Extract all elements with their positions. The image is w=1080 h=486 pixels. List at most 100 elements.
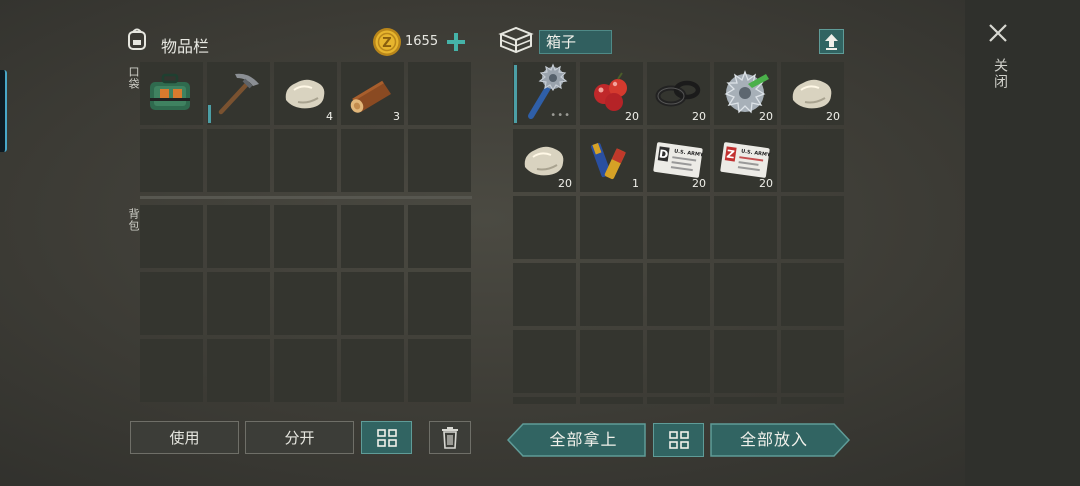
backpack-slot[interactable]	[408, 272, 471, 335]
box-slot[interactable]: 20	[714, 62, 777, 125]
pocket-slot[interactable]	[140, 129, 203, 192]
box-sort-button[interactable]	[653, 423, 704, 457]
box-slot[interactable]	[714, 397, 777, 404]
toolbox-icon	[140, 62, 203, 125]
add-coins-button[interactable]	[445, 31, 467, 53]
item-quantity: 20	[759, 177, 773, 190]
box-slot[interactable]	[580, 330, 643, 393]
box-slot[interactable]	[781, 196, 844, 259]
inventory-title: 物品栏	[161, 37, 210, 56]
box-slot[interactable]	[647, 196, 710, 259]
pocket-slot[interactable]	[408, 129, 471, 192]
coin-icon: Z	[372, 27, 402, 61]
plus-icon	[447, 33, 465, 51]
backpack-slot[interactable]	[274, 339, 337, 402]
box-slot[interactable]	[781, 330, 844, 393]
trash-button[interactable]	[429, 421, 471, 454]
box-slot[interactable]: 1	[580, 129, 643, 192]
backpack-slot[interactable]	[341, 205, 404, 268]
item-quantity: 4	[326, 110, 333, 123]
box-slot[interactable]: 20	[513, 129, 576, 192]
box-slot[interactable]	[647, 330, 710, 393]
backpack-slot[interactable]	[408, 205, 471, 268]
backpack-slot[interactable]	[207, 272, 270, 335]
box-slot[interactable]	[647, 397, 710, 404]
pickaxe-icon	[207, 62, 270, 125]
box-slot[interactable]	[781, 397, 844, 404]
backpack-icon	[124, 26, 150, 56]
sort-up-button[interactable]	[819, 29, 844, 54]
box-slot[interactable]	[580, 263, 643, 326]
take-all-button[interactable]: 全部拿上	[507, 423, 646, 457]
box-slot[interactable]: •••	[513, 62, 576, 125]
backpack-slot[interactable]	[207, 339, 270, 402]
item-quantity: 20	[826, 110, 840, 123]
pocket-slot[interactable]	[140, 62, 203, 125]
coin-count: 1655	[405, 34, 439, 49]
pocket-slot[interactable]	[207, 62, 270, 125]
backpack-slot[interactable]	[408, 339, 471, 402]
box-slot[interactable]	[781, 129, 844, 192]
put-all-label: 全部放入	[739, 430, 808, 449]
box-slot[interactable]	[647, 263, 710, 326]
item-quantity: 20	[759, 110, 773, 123]
backpack-slot[interactable]	[341, 272, 404, 335]
grid-sort-icon	[376, 428, 397, 447]
pocket-slot[interactable]	[207, 129, 270, 192]
box-slot[interactable]	[513, 263, 576, 326]
box-slot[interactable]	[580, 196, 643, 259]
box-slot[interactable]	[714, 330, 777, 393]
box-icon	[498, 25, 534, 59]
pocket-slot[interactable]: 4	[274, 62, 337, 125]
box-slot[interactable]	[781, 263, 844, 326]
right-panel-background	[965, 0, 1080, 486]
inventory-sort-button[interactable]	[361, 421, 412, 454]
trash-icon	[442, 426, 458, 449]
box-slot[interactable]	[714, 263, 777, 326]
put-all-button[interactable]: 全部放入	[710, 423, 850, 457]
box-slot[interactable]	[513, 330, 576, 393]
close-button[interactable]: 关闭	[985, 20, 1011, 100]
durability-bar	[208, 105, 211, 123]
box-slot[interactable]	[513, 196, 576, 259]
item-quantity: 1	[632, 177, 639, 190]
backpack-label: 背包	[127, 208, 140, 232]
backpack-slot[interactable]	[274, 272, 337, 335]
box-grid: ••• 20 20 20 20 20 1 D U.S. ARMY 20 Z U.S. ARMY 20	[513, 62, 845, 404]
box-slot[interactable]	[580, 397, 643, 404]
box-slot[interactable]: 20	[781, 62, 844, 125]
backpack-slot[interactable]	[140, 272, 203, 335]
backpack-slot[interactable]	[140, 339, 203, 402]
svg-text:Z: Z	[382, 36, 391, 51]
side-drawer-tab[interactable]	[0, 70, 7, 152]
pocket-slot[interactable]	[274, 129, 337, 192]
backpack-grid	[140, 205, 471, 402]
backpack-slot[interactable]	[341, 339, 404, 402]
pocket-label: 口袋	[127, 66, 140, 90]
arrow-up-icon	[825, 34, 838, 50]
box-slot[interactable]: 20	[580, 62, 643, 125]
use-button[interactable]: 使用	[130, 421, 239, 454]
box-slot[interactable]	[714, 196, 777, 259]
item-quantity: 20	[692, 110, 706, 123]
pocket-grid: 43	[140, 62, 471, 192]
backpack-slot[interactable]	[274, 205, 337, 268]
box-slot[interactable]	[513, 397, 576, 404]
backpack-slot[interactable]	[140, 205, 203, 268]
close-icon	[989, 24, 1007, 42]
item-quantity: 20	[625, 110, 639, 123]
pocket-slot[interactable]	[408, 62, 471, 125]
box-slot[interactable]: D U.S. ARMY 20	[647, 129, 710, 192]
item-quantity: 20	[558, 177, 572, 190]
backpack-slot[interactable]	[207, 205, 270, 268]
box-slot[interactable]: Z U.S. ARMY 20	[714, 129, 777, 192]
pocket-slot[interactable]	[341, 129, 404, 192]
split-button[interactable]: 分开	[245, 421, 354, 454]
inventory-divider	[140, 196, 472, 199]
pocket-slot[interactable]: 3	[341, 62, 404, 125]
box-title-field[interactable]: 箱子	[539, 30, 612, 54]
box-slot[interactable]: 20	[647, 62, 710, 125]
close-label: 关闭	[992, 58, 1008, 90]
grid-sort-icon	[668, 431, 689, 449]
svg-text:D: D	[658, 147, 669, 161]
